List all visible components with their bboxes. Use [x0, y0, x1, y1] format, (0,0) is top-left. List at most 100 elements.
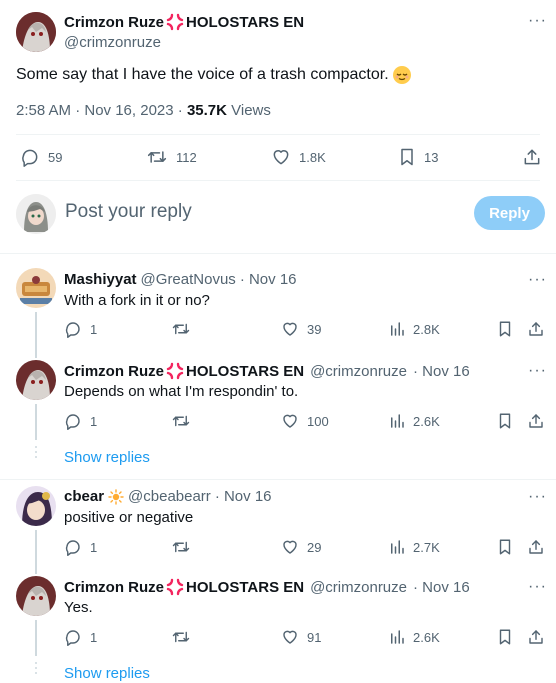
bookmark-count: 13 [424, 149, 439, 165]
heart-icon [281, 538, 299, 556]
bookmark-button[interactable] [497, 412, 513, 430]
reply-author-handle[interactable]: @crimzonruze [310, 579, 407, 596]
analytics-icon [389, 412, 405, 430]
reply-text: With a fork in it or no? [64, 292, 210, 309]
analytics-icon [389, 320, 405, 338]
thread-line [35, 530, 37, 574]
reply-button[interactable]: 1 [64, 628, 97, 646]
bookmark-button[interactable] [497, 320, 513, 338]
more-options-button[interactable]: ··· [528, 272, 547, 288]
tweet-timestamp[interactable]: 2:58 AM · Nov 16, 2023 · [16, 102, 187, 119]
reply-count: 1 [90, 413, 98, 429]
reply-author-handle[interactable]: @crimzonruze [310, 363, 407, 380]
reply-count: 1 [90, 629, 98, 645]
like-button[interactable]: 91 [281, 628, 321, 646]
show-replies-link[interactable]: Show replies [64, 449, 150, 466]
share-icon [527, 320, 545, 338]
retweet-icon [171, 412, 191, 430]
bookmark-button[interactable] [497, 628, 513, 646]
reply-avatar[interactable] [16, 576, 56, 616]
bookmark-button[interactable] [497, 538, 513, 556]
reply-author-name[interactable]: cbear [64, 488, 104, 505]
more-options-button[interactable]: ··· [528, 489, 547, 505]
views-button[interactable]: 2.8K [389, 320, 440, 338]
divider [0, 253, 556, 254]
reply-button[interactable]: 1 [64, 412, 97, 430]
reply-author-handle[interactable]: @cbeabearr [128, 488, 211, 505]
reply-count: 1 [90, 321, 98, 337]
anger-icon [166, 362, 184, 380]
reply-avatar[interactable] [16, 360, 56, 400]
reply-icon [64, 412, 82, 430]
reply-avatar[interactable] [16, 486, 56, 526]
reply-text: Depends on what I'm respondin' to. [64, 383, 299, 400]
reply-date[interactable]: · Nov 16 [413, 363, 470, 380]
current-user-avatar[interactable] [16, 194, 56, 234]
bookmark-button[interactable]: 13 [398, 147, 438, 167]
thread-line [35, 404, 37, 440]
views-count: 35.7K [186, 102, 227, 119]
author-name[interactable]: Crimzon Ruze [64, 14, 164, 31]
share-icon [522, 147, 542, 167]
like-button[interactable]: 39 [281, 320, 321, 338]
reply-icon [64, 320, 82, 338]
reply-button[interactable]: 1 [64, 538, 97, 556]
more-options-button[interactable]: ··· [528, 579, 547, 595]
tweet-text: Some say that I have the voice of a tras… [16, 66, 389, 83]
like-count: 29 [307, 539, 322, 555]
reply-date[interactable]: · Nov 16 [413, 579, 470, 596]
retweet-button[interactable] [171, 320, 191, 338]
reply-author-name[interactable]: Crimzon Ruze [64, 579, 164, 596]
reply-author-name[interactable]: Crimzon Ruze [64, 363, 164, 380]
retweet-button[interactable] [171, 538, 191, 556]
views-count: 2.6K [413, 413, 440, 429]
reply-author-handle[interactable]: @GreatNovus [141, 271, 236, 288]
like-count: 100 [307, 413, 329, 429]
reply-author-name[interactable]: Mashiyyat [64, 271, 137, 288]
share-button[interactable] [527, 412, 545, 430]
reply-submit-button[interactable]: Reply [474, 196, 545, 230]
reply-button[interactable]: 59 [20, 147, 62, 167]
like-button[interactable]: 100 [281, 412, 329, 430]
heart-icon [281, 320, 299, 338]
relieved-face-icon [392, 65, 412, 85]
views-count: 2.8K [413, 321, 440, 337]
sun-icon [108, 488, 124, 505]
author-handle[interactable]: @crimzonruze [64, 34, 161, 51]
reply-author-affiliation[interactable]: HOLOSTARS EN [186, 363, 304, 380]
reply-input[interactable]: Post your reply [65, 201, 192, 223]
reply-date[interactable]: · Nov 16 [215, 488, 272, 505]
retweet-count: 112 [176, 149, 197, 165]
retweet-button[interactable] [171, 628, 191, 646]
author-affiliation[interactable]: HOLOSTARS EN [186, 14, 304, 31]
reply-button[interactable]: 1 [64, 320, 97, 338]
reply-text: positive or negative [64, 509, 194, 526]
views-button[interactable]: 2.7K [389, 538, 440, 556]
share-button[interactable] [522, 147, 542, 167]
more-options-button[interactable]: ··· [528, 13, 547, 29]
reply-avatar[interactable] [16, 268, 56, 308]
like-count: 1.8K [299, 149, 326, 165]
reply-count: 59 [48, 149, 63, 165]
bookmark-icon [497, 538, 513, 556]
reply-author-affiliation[interactable]: HOLOSTARS EN [186, 579, 304, 596]
bookmark-icon [497, 628, 513, 646]
show-replies-link[interactable]: Show replies [64, 665, 150, 682]
retweet-icon [171, 628, 191, 646]
retweet-button[interactable]: 112 [146, 147, 197, 167]
share-button[interactable] [527, 538, 545, 556]
author-avatar[interactable] [16, 12, 56, 52]
share-icon [527, 628, 545, 646]
thread-line [35, 312, 37, 358]
more-options-button[interactable]: ··· [528, 363, 547, 379]
retweet-button[interactable] [171, 412, 191, 430]
like-button[interactable]: 29 [281, 538, 321, 556]
heart-icon [281, 628, 299, 646]
views-button[interactable]: 2.6K [389, 628, 440, 646]
views-button[interactable]: 2.6K [389, 412, 440, 430]
share-button[interactable] [527, 628, 545, 646]
heart-icon [271, 147, 291, 167]
share-button[interactable] [527, 320, 545, 338]
reply-date[interactable]: · Nov 16 [240, 271, 297, 288]
like-button[interactable]: 1.8K [271, 147, 326, 167]
